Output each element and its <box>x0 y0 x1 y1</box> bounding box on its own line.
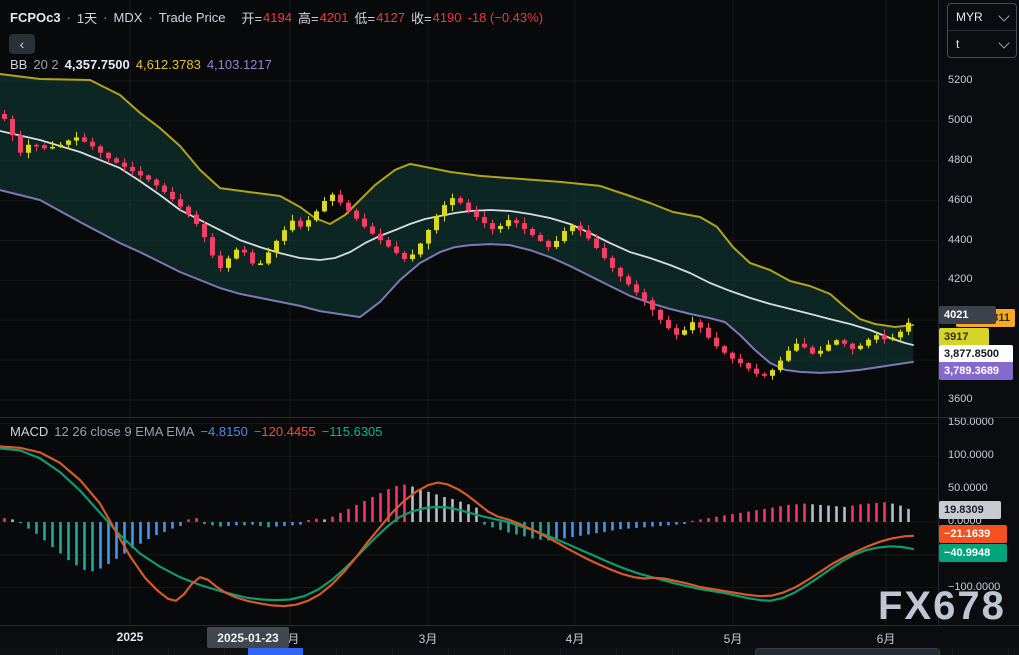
price-badge: 19.8309 <box>939 501 1001 519</box>
back-button[interactable]: ‹ <box>9 34 35 54</box>
macd-title[interactable]: MACD <box>10 424 48 439</box>
axis-label: 150.0000 <box>948 416 994 428</box>
strip-cell <box>56 648 58 655</box>
interval-label[interactable]: 1天 <box>77 8 97 27</box>
low-label: 低= <box>354 8 375 27</box>
price-badge: −40.9948 <box>939 544 1007 562</box>
separator-dot: · <box>103 10 107 25</box>
axis-label: 4600 <box>948 194 972 206</box>
axis-label: 4200 <box>948 273 972 285</box>
axis-label: 50.0000 <box>948 482 988 494</box>
currency-dropdown[interactable]: MYR <box>948 4 1016 30</box>
price-badge: 3,789.3689 <box>939 362 1013 380</box>
time-axis[interactable]: 20252月3月4月5月6月2025-01-23 <box>0 625 1019 649</box>
symbol-name[interactable]: FCPOc3 <box>10 10 61 25</box>
strip-cell <box>112 648 114 655</box>
strip-cell <box>616 648 618 655</box>
collapsed-panel-edge[interactable] <box>755 648 940 655</box>
exchange-label: MDX <box>114 10 143 25</box>
chevron-down-icon <box>998 37 1009 48</box>
chart-svg[interactable] <box>0 0 938 625</box>
time-axis-label: 6月 <box>877 630 896 647</box>
bb-lower-value: 4,103.1217 <box>207 57 272 72</box>
strip-cell <box>560 648 562 655</box>
change-value: -18 (−0.43%) <box>468 10 544 25</box>
strip-cell <box>504 648 506 655</box>
currency-value: MYR <box>956 10 983 24</box>
strip-cell <box>1008 648 1010 655</box>
axis-label: 100.0000 <box>948 449 994 461</box>
symbol-header: FCPOc3 · 1天 · MDX · Trade Price 开=4194 高… <box>10 8 543 27</box>
high-label: 高= <box>298 8 319 27</box>
price-badge: 3917 <box>939 328 989 346</box>
separator-dot: · <box>67 10 71 25</box>
bb-indicator-row: BB 20 2 4,357.7500 4,612.3783 4,103.1217 <box>10 57 272 72</box>
low-value: 4127 <box>376 10 405 25</box>
chevron-left-icon: ‹ <box>20 36 25 52</box>
unit-value: t <box>956 37 959 51</box>
axis-label: 5200 <box>948 74 972 86</box>
axis-label: 3600 <box>948 393 972 405</box>
close-value: 4190 <box>433 10 462 25</box>
axis-label: 4800 <box>948 154 972 166</box>
watermark-text: FX678 <box>878 586 1006 626</box>
macd-line-value: −120.4455 <box>254 424 316 439</box>
bb-params: 20 2 <box>33 57 58 72</box>
bb-upper-value: 4,612.3783 <box>136 57 201 72</box>
series-type-label: Trade Price <box>159 10 226 25</box>
time-axis-label: 5月 <box>724 630 743 647</box>
strip-cell <box>392 648 394 655</box>
strip-cell <box>168 648 170 655</box>
currency-unit-box: MYR t <box>947 3 1017 58</box>
close-label: 收= <box>411 8 432 27</box>
trading-chart-app: FCPOc3 · 1天 · MDX · Trade Price 开=4194 高… <box>0 0 1019 655</box>
macd-signal-value: −115.6305 <box>322 424 383 439</box>
chevron-down-icon <box>998 10 1009 21</box>
bb-title[interactable]: BB <box>10 57 27 72</box>
strip-cell <box>952 648 954 655</box>
time-axis-label: 2025 <box>117 630 144 644</box>
unit-dropdown[interactable]: t <box>948 30 1016 57</box>
separator-dot: · <box>148 10 152 25</box>
time-axis-label: 3月 <box>419 630 438 647</box>
time-axis-label: 4月 <box>566 630 585 647</box>
price-badge: −21.1639 <box>939 525 1007 543</box>
macd-hist-value: −4.8150 <box>200 424 247 439</box>
axis-label: 5000 <box>948 114 972 126</box>
axis-label: 4400 <box>948 234 972 246</box>
bb-basis-value: 4,357.7500 <box>65 57 130 72</box>
scrollbar-thumb[interactable] <box>248 648 303 655</box>
strip-cell <box>336 648 338 655</box>
pane-separator[interactable] <box>0 417 1019 418</box>
high-value: 4201 <box>320 10 349 25</box>
crosshair-date-tooltip: 2025-01-23 <box>207 627 289 648</box>
strip-cell <box>672 648 674 655</box>
strip-cell <box>448 648 450 655</box>
open-value: 4194 <box>263 10 292 25</box>
price-badge: 4021 <box>939 306 996 324</box>
macd-params: 12 26 close 9 EMA EMA <box>54 424 194 439</box>
bottom-scroll-strip[interactable] <box>0 648 1019 655</box>
macd-indicator-row: MACD 12 26 close 9 EMA EMA −4.8150 −120.… <box>10 424 383 439</box>
open-label: 开= <box>241 8 262 27</box>
strip-cell <box>224 648 226 655</box>
strip-cell <box>728 648 730 655</box>
price-badge: 3,877.8500 <box>939 345 1013 363</box>
